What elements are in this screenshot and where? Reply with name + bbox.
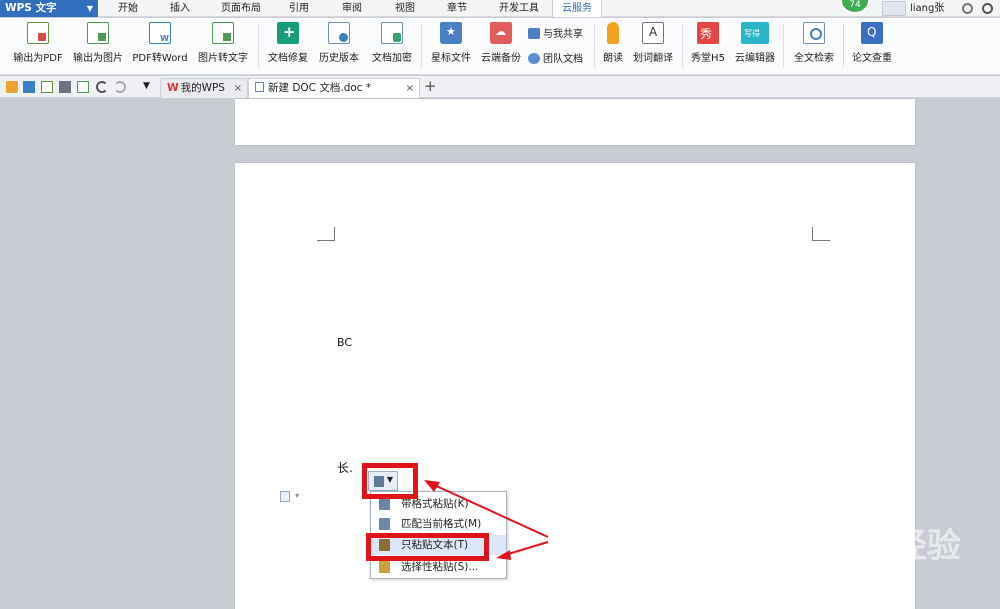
baidu-jingyan-watermark: Bai du 经验 jingyan.baidu.com [760,518,990,588]
annotation-arrow [431,483,549,538]
watermark-text: Bai du 经验 [760,526,961,566]
watermark-url: jingyan.baidu.com [765,566,913,585]
annotation-arrow-head [496,550,511,560]
annotation-arrow [504,541,549,556]
